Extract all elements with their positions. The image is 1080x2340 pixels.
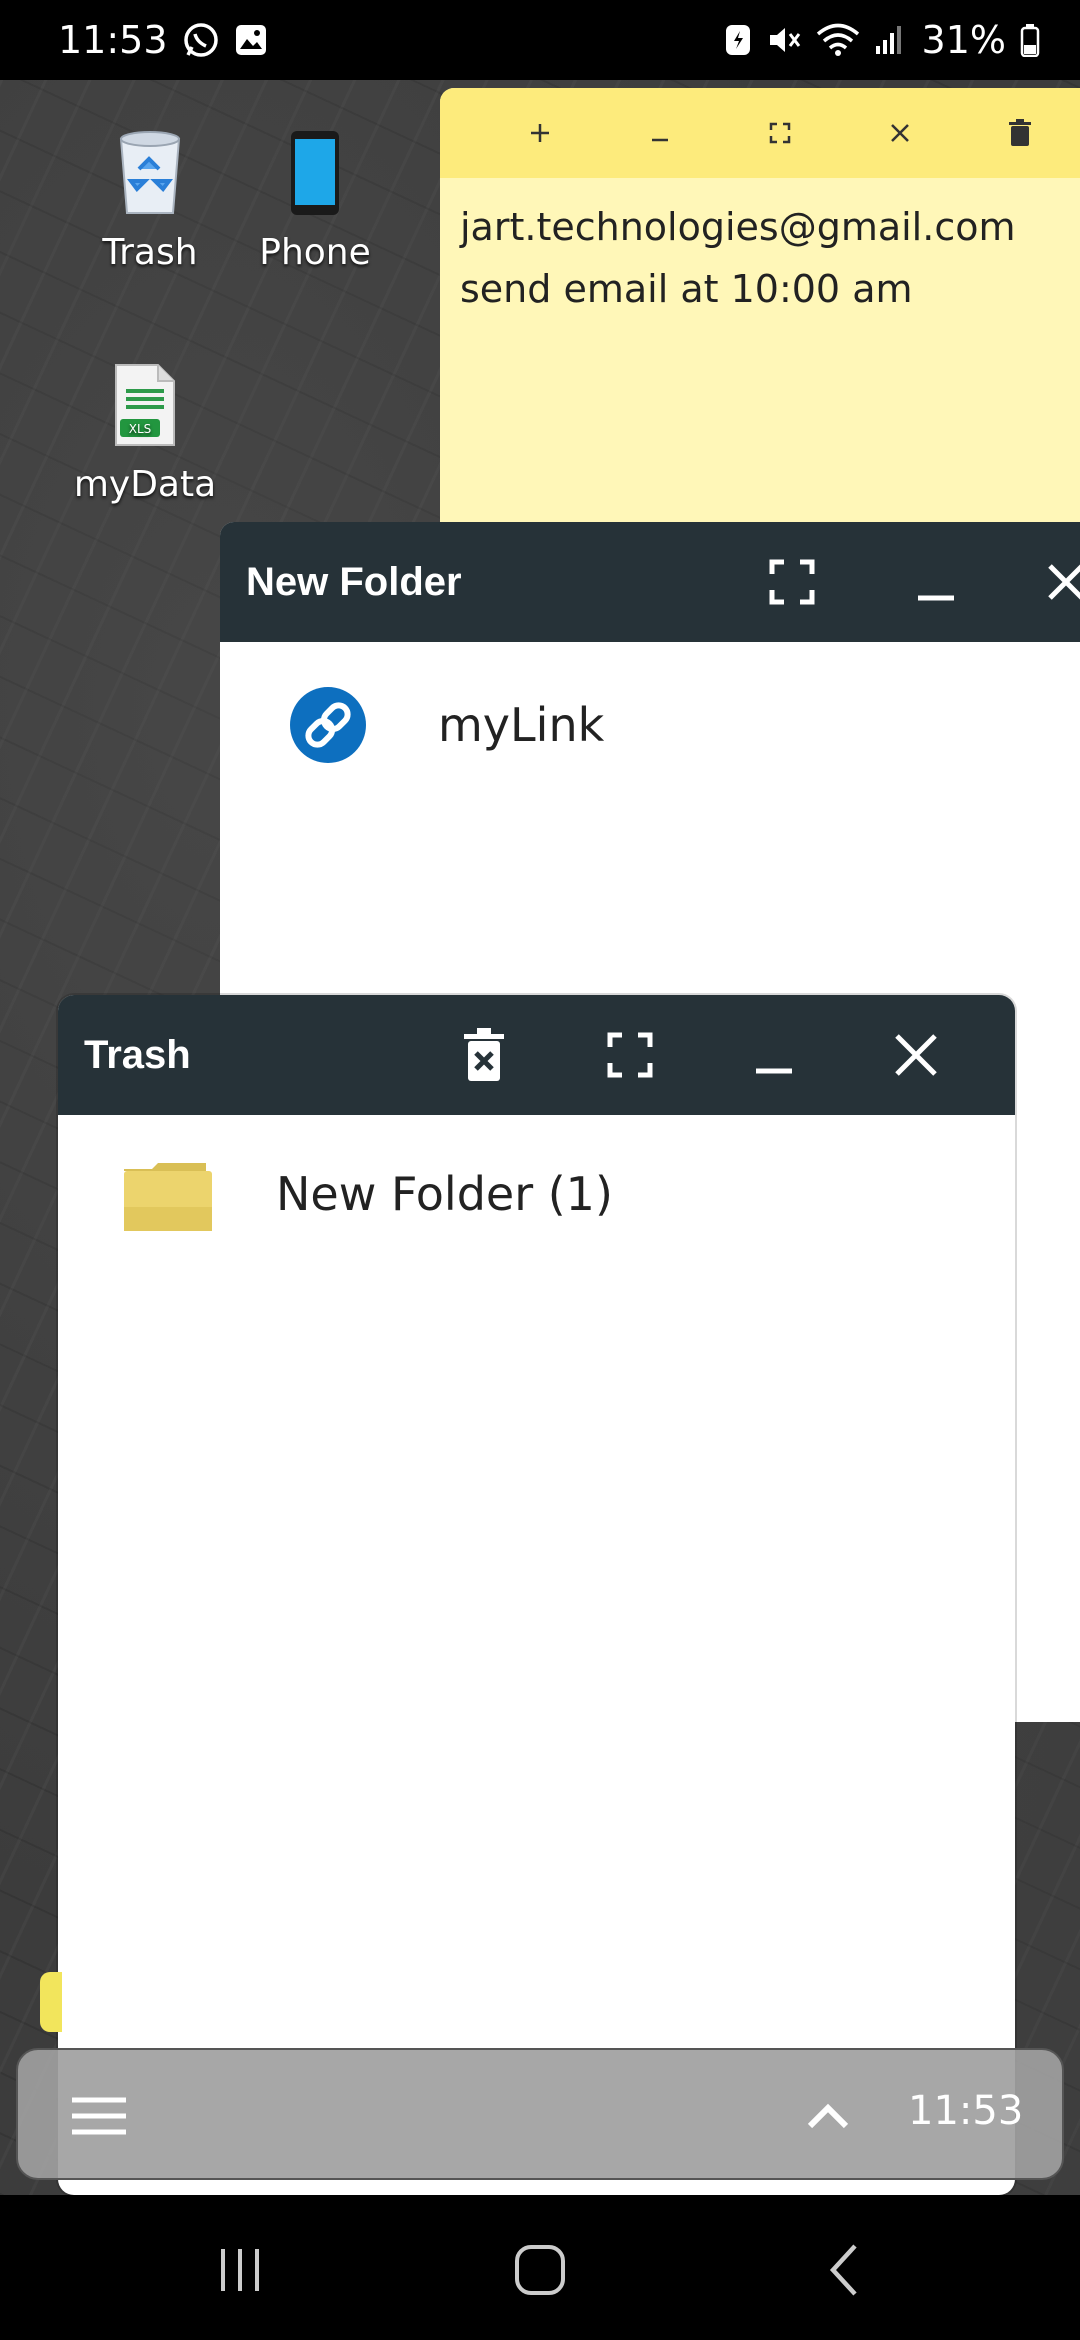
desktop-icon-label: Phone: [259, 232, 371, 273]
xls-file-icon: XLS: [100, 360, 190, 450]
signal-icon: [874, 24, 904, 56]
taskbar-clock: 11:53: [908, 2088, 1024, 2134]
phone-icon: [270, 128, 360, 218]
xls-badge: XLS: [129, 422, 152, 436]
delete-icon[interactable]: [960, 88, 1080, 178]
desktop-icon-phone[interactable]: Phone: [235, 128, 395, 273]
recent-apps-icon[interactable]: [190, 2225, 290, 2315]
mute-icon: [766, 23, 802, 57]
sticky-toolbar: [440, 88, 1080, 178]
close-icon[interactable]: [1026, 522, 1080, 642]
minimize-icon[interactable]: [734, 995, 814, 1115]
chevron-up-icon[interactable]: [788, 2080, 868, 2150]
sticky-line: jart.technologies@gmail.com: [460, 205, 1016, 249]
whatsapp-icon: [182, 21, 220, 59]
maximize-icon[interactable]: [590, 995, 670, 1115]
battery-saver-icon: [724, 23, 752, 57]
taskbar: 11:53: [16, 2048, 1064, 2180]
status-time: 11:53: [58, 18, 168, 62]
desktop-icon-trash[interactable]: Trash: [70, 128, 230, 273]
battery-icon: [1020, 23, 1040, 57]
desktop-icon-mydata[interactable]: XLS myData: [65, 360, 225, 505]
sticky-line: send email at 10:00 am: [460, 267, 913, 311]
wifi-icon: [816, 23, 860, 57]
menu-icon[interactable]: [68, 2086, 130, 2146]
navigation-bar: [0, 2195, 1080, 2340]
home-icon[interactable]: [490, 2225, 590, 2315]
add-icon[interactable]: [480, 88, 600, 178]
list-item[interactable]: myLink: [220, 642, 1080, 808]
window-titlebar[interactable]: New Folder: [220, 522, 1080, 642]
minimize-icon[interactable]: [600, 88, 720, 178]
battery-percent: 31%: [921, 18, 1006, 62]
window-titlebar[interactable]: Trash: [58, 995, 1015, 1115]
sticky-note[interactable]: jart.technologies@gmail.com send email a…: [440, 88, 1080, 558]
window-title: Trash: [84, 1032, 191, 1077]
link-icon: [290, 687, 366, 768]
recycle-bin-icon: [105, 128, 195, 218]
back-icon[interactable]: [795, 2225, 895, 2315]
status-bar: 11:53 31%: [0, 0, 1080, 80]
item-label: myLink: [438, 698, 605, 752]
desktop-icon-label: Trash: [102, 232, 198, 273]
empty-trash-icon[interactable]: [444, 995, 524, 1115]
gallery-icon: [234, 23, 268, 57]
maximize-icon[interactable]: [720, 88, 840, 178]
sticky-tab[interactable]: [40, 1972, 62, 2032]
maximize-icon[interactable]: [752, 522, 832, 642]
folder-icon: [122, 1161, 214, 1238]
close-icon[interactable]: [876, 995, 956, 1115]
trash-window[interactable]: Trash New Folder (1): [58, 995, 1015, 2195]
list-item[interactable]: New Folder (1): [58, 1115, 1015, 1275]
minimize-icon[interactable]: [896, 522, 976, 642]
item-label: New Folder (1): [276, 1167, 613, 1221]
sticky-note-text[interactable]: jart.technologies@gmail.com send email a…: [440, 178, 1080, 338]
close-icon[interactable]: [840, 88, 960, 178]
desktop-icon-label: myData: [73, 464, 217, 505]
window-title: New Folder: [246, 559, 462, 604]
